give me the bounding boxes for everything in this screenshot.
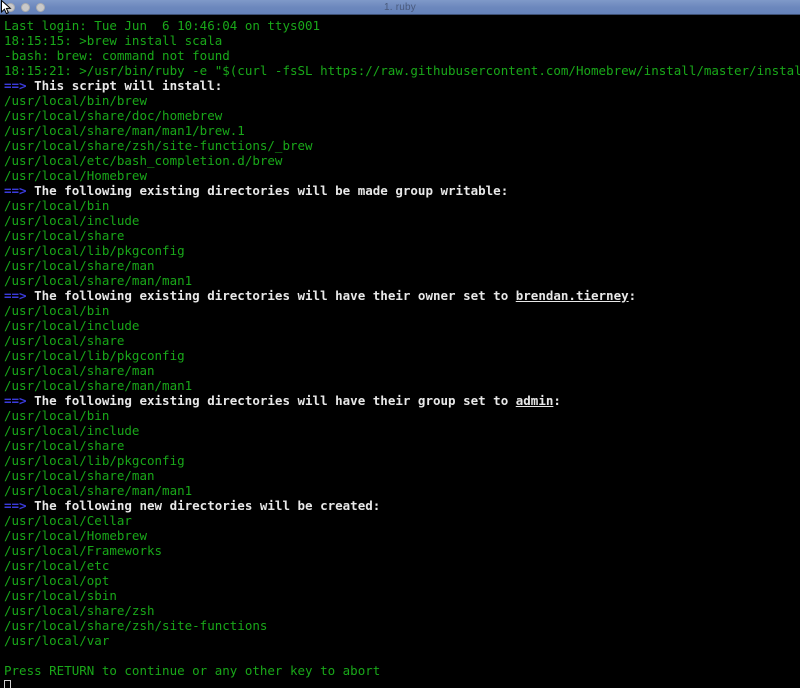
terminal-cursor bbox=[4, 680, 11, 688]
terminal-line: /usr/local/etc bbox=[4, 558, 110, 573]
terminal-line: /usr/local/share bbox=[4, 228, 125, 243]
homebrew-arrow-icon: ==> bbox=[4, 393, 35, 408]
notice-text: The following existing directories will … bbox=[34, 183, 509, 198]
terminal-line: /usr/local/share/man/man1 bbox=[4, 483, 193, 498]
terminal-line: /usr/local/share bbox=[4, 438, 125, 453]
terminal-line: /usr/local/share/zsh/site-functions bbox=[4, 618, 268, 633]
terminal-line: Last login: Tue Jun 6 10:46:04 on ttys00… bbox=[4, 18, 321, 33]
homebrew-arrow-icon: ==> bbox=[4, 78, 35, 93]
terminal-line: /usr/local/share/man bbox=[4, 363, 155, 378]
terminal-output[interactable]: Last login: Tue Jun 6 10:46:04 on ttys00… bbox=[0, 15, 800, 688]
terminal-line: /usr/local/share/zsh/site-functions/_bre… bbox=[4, 138, 313, 153]
terminal-line: /usr/local/bin bbox=[4, 303, 110, 318]
terminal-line: /usr/local/sbin bbox=[4, 588, 117, 603]
terminal-line: /usr/local/share/man/man1 bbox=[4, 273, 193, 288]
terminal-line: ==> The following existing directories w… bbox=[4, 288, 800, 303]
terminal-line: -bash: brew: command not found bbox=[4, 48, 230, 63]
terminal-line: 18:15:15: >brew install scala bbox=[4, 33, 223, 48]
notice-text: The following existing directories will … bbox=[34, 288, 637, 303]
terminal-line: /usr/local/share bbox=[4, 333, 125, 348]
terminal-line: /usr/local/Homebrew bbox=[4, 168, 147, 183]
terminal-line: 18:15:21: >/usr/bin/ruby -e "$(curl -fsS… bbox=[4, 63, 800, 78]
terminal-line: /usr/local/share/zsh bbox=[4, 603, 155, 618]
window-title: 1. ruby bbox=[384, 1, 416, 13]
terminal-line: /usr/local/bin bbox=[4, 198, 110, 213]
terminal-line: /usr/local/share/doc/homebrew bbox=[4, 108, 223, 123]
minimize-button[interactable] bbox=[21, 2, 30, 12]
notice-emphasis: admin bbox=[515, 393, 554, 408]
terminal-line: /usr/local/share/man bbox=[4, 258, 155, 273]
terminal-line: ==> The following existing directories w… bbox=[4, 183, 800, 198]
terminal-line: /usr/local/bin bbox=[4, 408, 110, 423]
terminal-line: /usr/local/Homebrew bbox=[4, 528, 147, 543]
zoom-button[interactable] bbox=[36, 2, 45, 12]
terminal-line: ==> This script will install: bbox=[4, 78, 800, 93]
homebrew-arrow-icon: ==> bbox=[4, 498, 35, 513]
close-button[interactable] bbox=[6, 2, 15, 12]
terminal-line: ==> The following new directories will b… bbox=[4, 498, 800, 513]
terminal-line: ==> The following existing directories w… bbox=[4, 393, 800, 408]
terminal-line: /usr/local/share/man bbox=[4, 468, 155, 483]
terminal-line: /usr/local/Cellar bbox=[4, 513, 132, 528]
terminal-line: /usr/local/include bbox=[4, 213, 140, 228]
terminal-line: /usr/local/include bbox=[4, 318, 140, 333]
notice-text: This script will install: bbox=[34, 78, 223, 93]
terminal-line: /usr/local/var bbox=[4, 633, 110, 648]
terminal-line: /usr/local/lib/pkgconfig bbox=[4, 243, 185, 258]
terminal-line: /usr/local/share/man/man1 bbox=[4, 378, 193, 393]
terminal-line: /usr/local/lib/pkgconfig bbox=[4, 453, 185, 468]
terminal-line: /usr/local/bin/brew bbox=[4, 93, 147, 108]
notice-text: The following new directories will be cr… bbox=[34, 498, 381, 513]
terminal-window: 1. ruby Last login: Tue Jun 6 10:46:04 o… bbox=[0, 0, 800, 688]
window-titlebar[interactable]: 1. ruby bbox=[0, 0, 800, 15]
terminal-line bbox=[4, 678, 800, 688]
terminal-line: /usr/local/include bbox=[4, 423, 140, 438]
terminal-line: /usr/local/Frameworks bbox=[4, 543, 163, 558]
homebrew-arrow-icon: ==> bbox=[4, 183, 35, 198]
terminal-line-list: Last login: Tue Jun 6 10:46:04 on ttys00… bbox=[4, 18, 800, 688]
terminal-line: /usr/local/etc/bash_completion.d/brew bbox=[4, 153, 283, 168]
notice-text: The following existing directories will … bbox=[34, 393, 561, 408]
terminal-line: /usr/local/share/man/man1/brew.1 bbox=[4, 123, 245, 138]
notice-emphasis: brendan.tierney bbox=[515, 288, 629, 303]
terminal-line: /usr/local/lib/pkgconfig bbox=[4, 348, 185, 363]
terminal-line: Press RETURN to continue or any other ke… bbox=[4, 663, 381, 678]
terminal-line: /usr/local/opt bbox=[4, 573, 110, 588]
window-controls bbox=[0, 2, 45, 12]
homebrew-arrow-icon: ==> bbox=[4, 288, 35, 303]
